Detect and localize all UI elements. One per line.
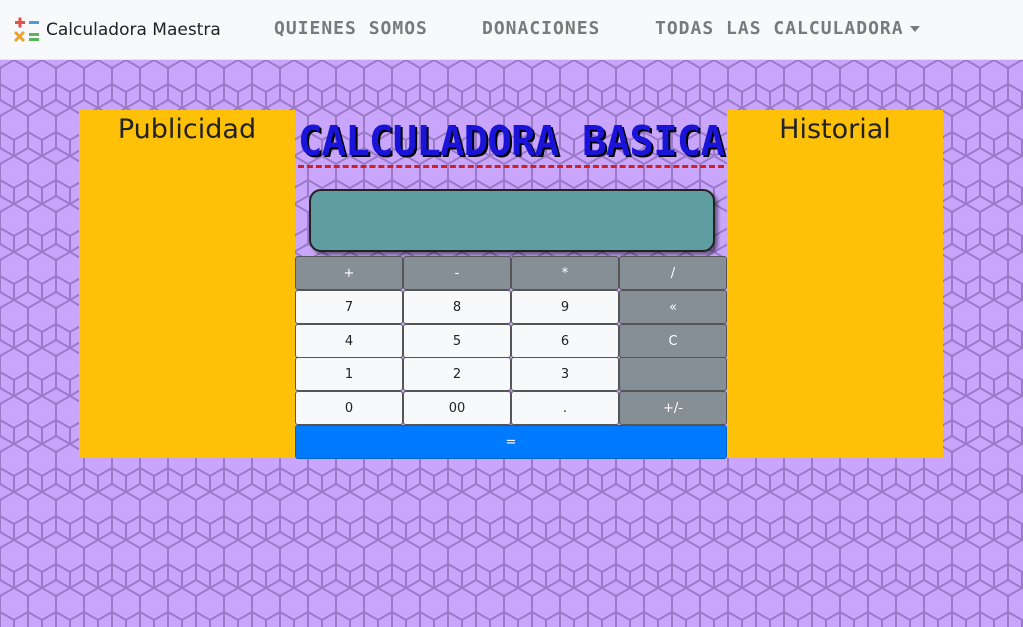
brand-link[interactable]: Calculadora Maestra (12, 16, 221, 44)
key-7[interactable]: 7 (295, 290, 403, 324)
key-blank[interactable] (619, 357, 727, 391)
nav-link-quienes-somos[interactable]: Quienes Somos (274, 18, 428, 39)
key-plus[interactable]: + (295, 256, 403, 290)
key-equals[interactable]: = (295, 425, 727, 459)
key-0[interactable]: 0 (295, 391, 403, 425)
calculator-title: CALCULADORA BASICA (295, 110, 727, 172)
brand-text: Calculadora Maestra (46, 20, 221, 40)
calculator-display[interactable] (309, 189, 715, 252)
calculator-title-text: CALCULADORA BASICA (297, 117, 725, 168)
key-9[interactable]: 9 (511, 290, 619, 324)
key-sign-toggle[interactable]: +/- (619, 391, 727, 425)
key-divide[interactable]: / (619, 256, 727, 290)
calculator-operators-icon (13, 17, 39, 43)
publicidad-title: Publicidad (117, 114, 257, 145)
key-3[interactable]: 3 (511, 357, 619, 391)
key-6[interactable]: 6 (511, 324, 619, 358)
historial-title: Historial (779, 114, 891, 145)
historial-panel: Historial (727, 110, 943, 458)
key-backspace[interactable]: « (619, 290, 727, 324)
key-1[interactable]: 1 (295, 357, 403, 391)
nav-link-donaciones[interactable]: Donaciones (482, 18, 600, 39)
key-00[interactable]: 00 (403, 391, 511, 425)
caret-down-icon (909, 26, 920, 32)
key-8[interactable]: 8 (403, 290, 511, 324)
key-multiply[interactable]: * (511, 256, 619, 290)
publicidad-panel: Publicidad (79, 110, 295, 458)
key-dot[interactable]: . (511, 391, 619, 425)
nav-dropdown-label: Todas las calculadora (655, 18, 904, 39)
navbar: Calculadora Maestra Quienes Somos Donaci… (0, 0, 1023, 60)
nav-dropdown-todas-las-calculadora[interactable]: Todas las calculadora (655, 18, 920, 39)
key-4[interactable]: 4 (295, 324, 403, 358)
key-clear[interactable]: C (619, 324, 727, 358)
key-2[interactable]: 2 (403, 357, 511, 391)
key-minus[interactable]: - (403, 256, 511, 290)
key-5[interactable]: 5 (403, 324, 511, 358)
